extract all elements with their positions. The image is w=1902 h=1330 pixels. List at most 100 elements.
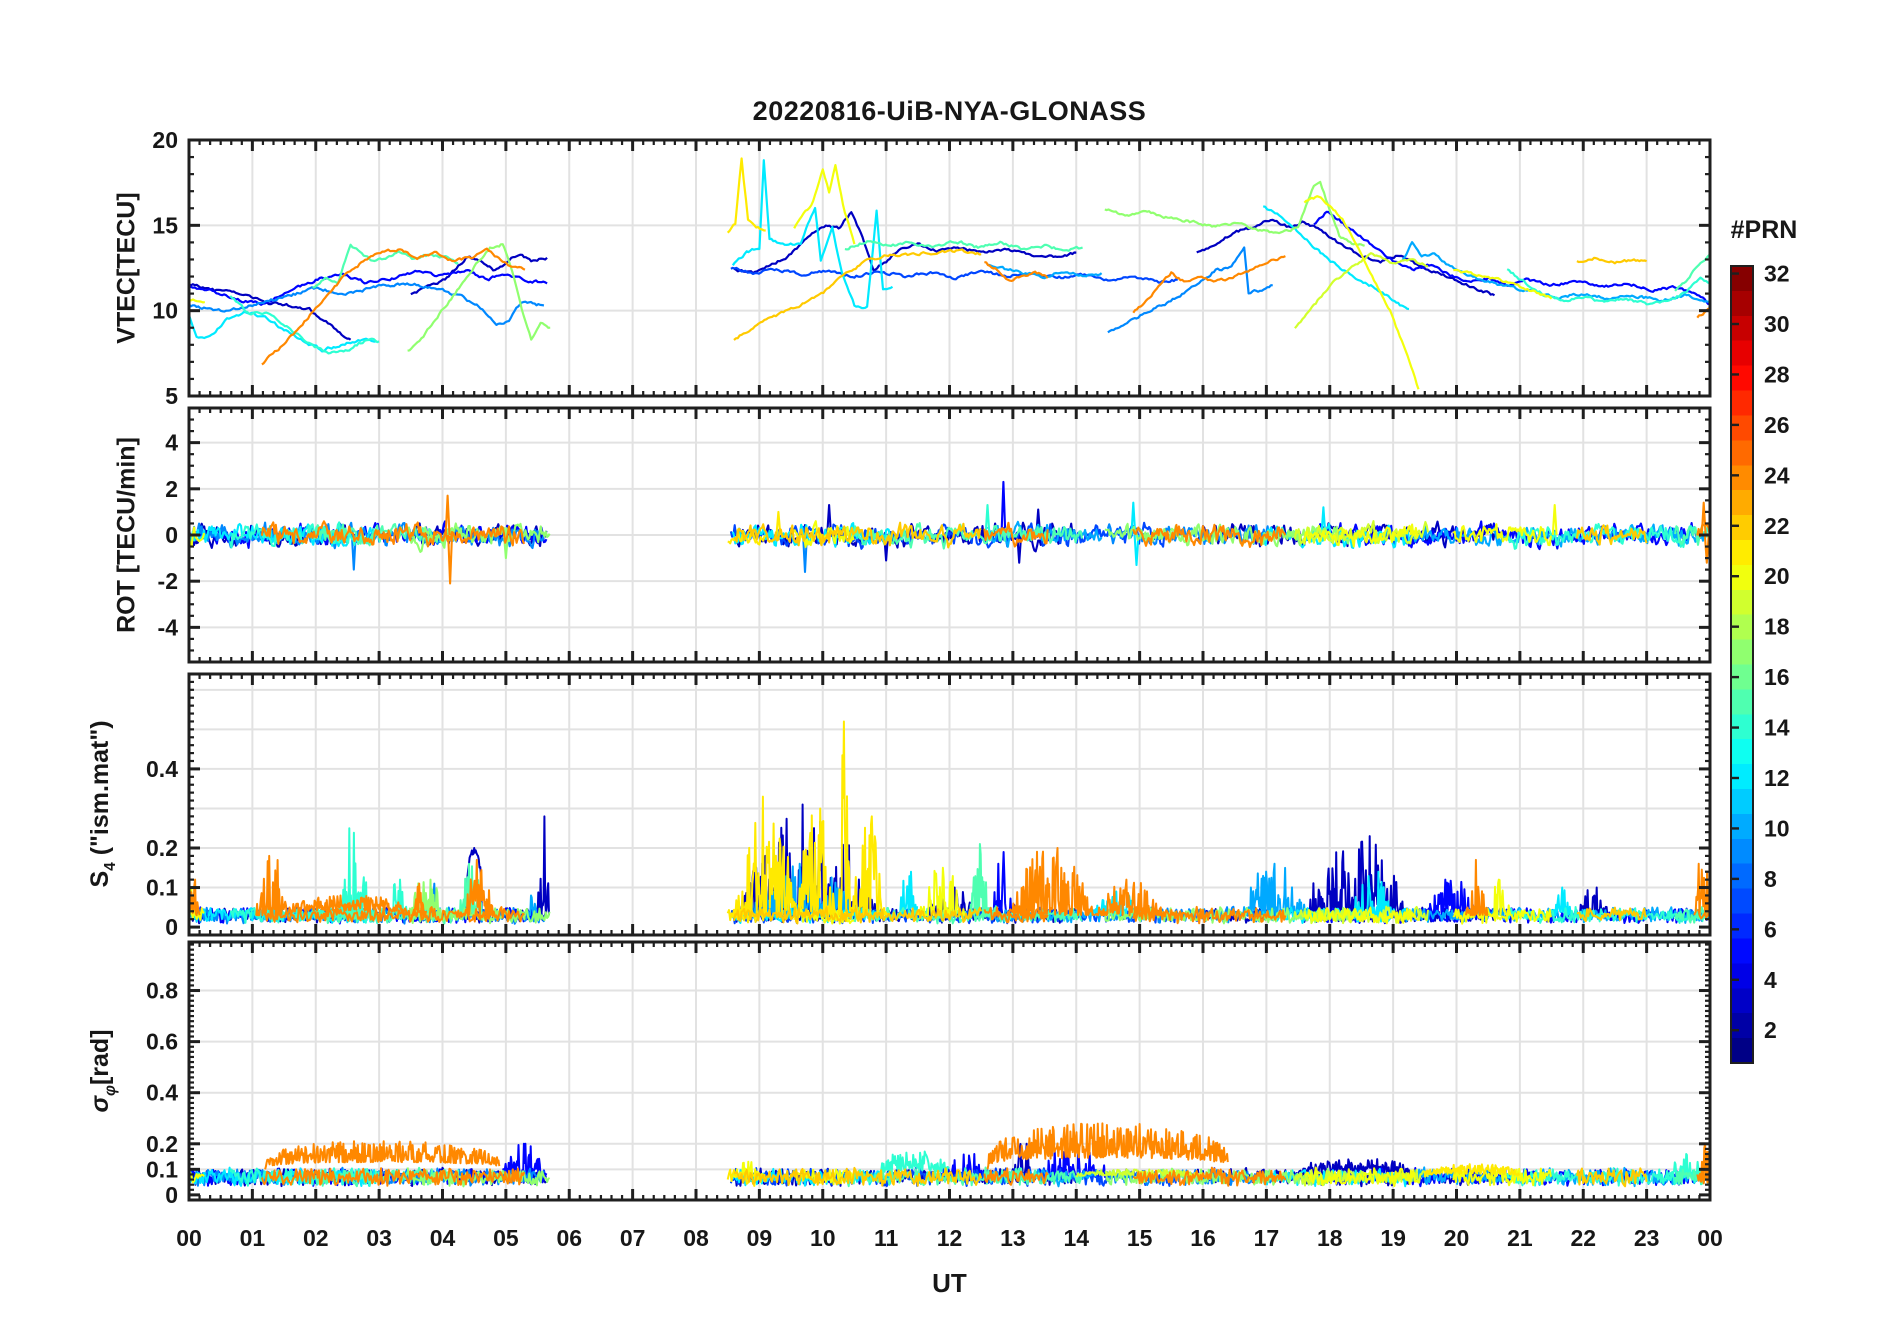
event-trace [255,854,288,917]
x-tick-label: 07 [620,1225,646,1251]
event-trace [190,878,201,917]
x-tick-label: 08 [683,1225,709,1251]
y-tick-label: 0 [165,522,178,548]
colorbar-tick-label: 16 [1764,664,1790,690]
y-axis-label-rot: ROT [TECU/min] [113,437,142,633]
series-line [190,298,205,304]
colorbar-tick-label: 8 [1764,866,1777,892]
y-tick-label: 0.8 [146,978,178,1004]
event-trace [536,815,550,917]
x-tick-label: 10 [810,1225,836,1251]
x-tick-label: 00 [176,1225,202,1251]
y-tick-label: 5 [165,383,178,409]
x-tick-label: 15 [1127,1225,1153,1251]
x-tick-label: 02 [303,1225,329,1251]
colorbar-tick-label: 30 [1764,311,1790,337]
y-tick-label: 10 [152,298,178,324]
x-tick-label: 12 [937,1225,963,1251]
y-tick-label: 0.1 [146,875,178,901]
colorbar-tick-label: 4 [1764,967,1777,993]
series-line [793,164,856,245]
plot-canvas: 5101520-4-202400.10.20.400.10.20.40.60.8… [146,127,1790,1251]
event-trace [1550,886,1575,917]
rot-spike [1700,501,1707,536]
x-tick-label: 13 [1000,1225,1026,1251]
event-trace [1006,847,1096,917]
series-line [1132,255,1286,314]
x-tick-label: 06 [556,1225,582,1251]
rot-spike [447,534,454,585]
y-tick-label: 2 [165,476,178,502]
event-trace [967,843,998,917]
colorbar-tick-label: 10 [1764,815,1790,841]
event-trace [406,878,443,917]
phi-subscript: φ [101,1085,119,1096]
x-tick-label: 17 [1254,1225,1280,1251]
colorbar-tick-label: 2 [1764,1017,1777,1043]
x-tick-label: 21 [1507,1225,1533,1251]
event-trace [897,870,919,917]
ylabel-subscript: 4 [101,862,119,871]
y-axis-label-vtec: VTEC[TECU] [113,192,142,343]
x-tick-label: 16 [1190,1225,1216,1251]
colorbar-tick-label: 26 [1764,412,1790,438]
y-tick-label: -4 [158,614,179,640]
x-tick-label: 20 [1444,1225,1470,1251]
y-axis-label-sigma-phi: σφ[rad] [86,1029,120,1112]
colorbar-tick-label: 32 [1764,261,1790,287]
series-line [407,243,551,352]
x-tick-label: 03 [366,1225,392,1251]
x-tick-label: 22 [1570,1225,1596,1251]
event-trace [850,815,890,917]
y-tick-label: 0.1 [146,1156,178,1182]
sigma-symbol: σ [86,1095,115,1113]
x-tick-label: 00 [1697,1225,1723,1251]
series-line [1401,241,1709,304]
chart-title: 20220816-UiB-NYA-GLONASS [752,96,1147,126]
colorbar-tick-label: 6 [1764,916,1777,942]
series-line [261,247,526,366]
event-trace [916,866,966,917]
y-tick-label: 0 [165,1182,178,1208]
y-tick-label: -2 [158,568,178,594]
series-line [190,283,352,341]
colorbar-tick-label: 22 [1764,513,1790,539]
y-tick-label: 0.2 [146,1131,178,1157]
series-line [1196,218,1496,297]
x-tick-label: 18 [1317,1225,1343,1251]
ylabel-text: ROT [TECU/min] [112,437,141,633]
ylabel-text: [rad] [86,1029,115,1086]
y-tick-label: 0.4 [146,756,178,782]
x-tick-label: 01 [240,1225,266,1251]
x-tick-label: 23 [1634,1225,1660,1251]
event-trace [264,1140,501,1170]
x-tick-label: 11 [874,1225,899,1251]
y-tick-label: 0.4 [146,1080,178,1106]
event-trace [1240,862,1308,917]
colorbar-tick-label: 18 [1764,614,1790,640]
series-line [733,248,982,341]
series-line [1576,256,1647,265]
colorbar-tick-label: 12 [1764,765,1790,791]
colorbar-tick-label: 28 [1764,361,1790,387]
x-tick-label: 09 [747,1225,773,1251]
x-tick-label: 19 [1380,1225,1406,1251]
colorbar-title: #PRN [1730,216,1798,244]
colorbar-tick-label: 20 [1764,563,1790,589]
colorbar-tick-label: 14 [1764,715,1790,741]
y-tick-label: 0 [165,914,178,940]
y-tick-label: 0.2 [146,835,178,861]
y-tick-label: 4 [165,430,178,456]
x-tick-label: 14 [1063,1225,1089,1251]
figure-root: 5 10 15 20 -4 -2 0 2 4 0 0.1 0.2 0.4 0 0.1 0.2 0.4 0.6 0.8… [0,0,1902,1330]
y-tick-label: 15 [152,212,178,238]
x-tick-label: 05 [493,1225,519,1251]
event-trace [986,1122,1229,1170]
series-line [1107,246,1273,334]
series-line [730,266,1178,284]
colorbar-tick-label: 24 [1764,462,1790,488]
y-tick-label: 20 [152,127,178,153]
y-tick-label: 0.6 [146,1029,178,1055]
x-tick-label: 04 [430,1225,456,1251]
ylabel-text: S [86,870,115,888]
